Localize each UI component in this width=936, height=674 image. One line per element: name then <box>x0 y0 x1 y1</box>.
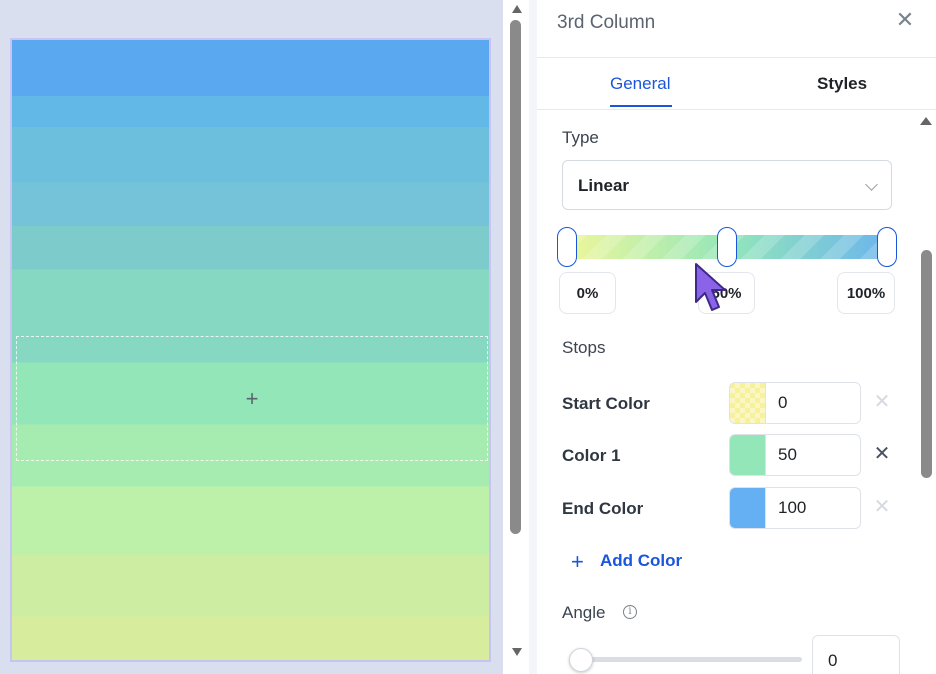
angle-label: Angle <box>562 603 606 622</box>
scroll-up-arrow-icon[interactable] <box>512 5 522 13</box>
stop-label: End Color <box>562 499 644 518</box>
gradient-type-value: Linear <box>578 176 630 195</box>
plus-icon[interactable]: + <box>17 337 487 460</box>
gradient-stop-handle-middle[interactable] <box>717 227 737 267</box>
type-label: Type <box>562 128 599 147</box>
stop-label: Start Color <box>562 394 650 413</box>
color-swatch[interactable] <box>729 434 765 476</box>
panel-scroll-up-arrow-icon[interactable] <box>920 117 932 125</box>
canvas-scrollbar[interactable] <box>503 0 529 674</box>
remove-stop-icon[interactable]: ✕ <box>871 443 893 465</box>
stop-chip-start[interactable]: 0% <box>559 272 616 314</box>
info-icon[interactable]: i <box>623 605 637 619</box>
angle-input[interactable]: 0 <box>812 635 900 674</box>
drop-zone[interactable]: + <box>16 336 488 461</box>
color-swatch[interactable] <box>729 382 765 424</box>
add-color-button[interactable]: Add Color <box>600 551 682 571</box>
column-block[interactable]: + <box>10 38 491 662</box>
stop-position-input[interactable]: 0 <box>765 382 861 424</box>
add-icon[interactable]: + <box>571 549 584 575</box>
panel-title: 3rd Column <box>557 12 656 33</box>
active-tab-indicator <box>610 105 672 107</box>
stop-chip-end[interactable]: 100% <box>837 272 895 314</box>
angle-slider-thumb[interactable] <box>569 648 593 672</box>
scroll-down-arrow-icon[interactable] <box>512 648 522 656</box>
remove-stop-icon: ✕ <box>873 391 891 413</box>
settings-panel: 3rd Column ✕ General Styles Type Linear … <box>529 0 936 674</box>
stop-position-input[interactable]: 100 <box>765 487 861 529</box>
stop-row-start: Start Color 0 ✕ <box>537 382 936 424</box>
gradient-stop-handle-start[interactable] <box>557 227 577 267</box>
scrollbar-thumb[interactable] <box>510 20 521 534</box>
stops-label: Stops <box>562 338 606 357</box>
stop-position-input[interactable]: 50 <box>765 434 861 476</box>
color-swatch[interactable] <box>729 487 765 529</box>
gradient-stop-handle-end[interactable] <box>877 227 897 267</box>
stop-row-end: End Color 100 ✕ <box>537 487 936 529</box>
tab-styles[interactable]: Styles <box>817 74 867 94</box>
stop-label: Color 1 <box>562 446 621 465</box>
panel-header: 3rd Column ✕ <box>537 0 936 58</box>
angle-slider-track[interactable] <box>572 657 802 662</box>
gradient-type-select[interactable]: Linear <box>562 160 892 210</box>
panel-tabs: General Styles <box>537 58 936 110</box>
close-icon[interactable]: ✕ <box>894 9 916 31</box>
stop-row-color-1: Color 1 50 ✕ <box>537 434 936 476</box>
mouse-pointer-icon <box>695 263 726 311</box>
remove-stop-icon: ✕ <box>873 496 891 518</box>
chevron-down-icon <box>865 178 878 191</box>
editor-canvas: + <box>0 0 503 674</box>
tab-general[interactable]: General <box>610 74 670 94</box>
